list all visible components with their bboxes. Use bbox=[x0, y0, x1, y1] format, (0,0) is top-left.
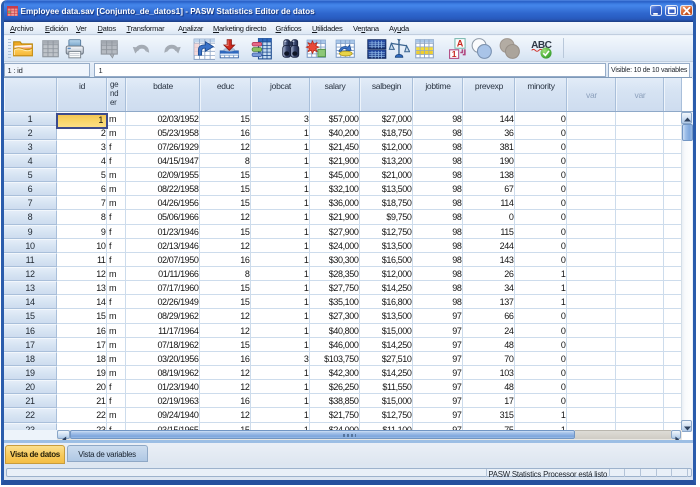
svg-text:1: 1 bbox=[451, 49, 456, 59]
svg-text:A: A bbox=[456, 39, 463, 49]
